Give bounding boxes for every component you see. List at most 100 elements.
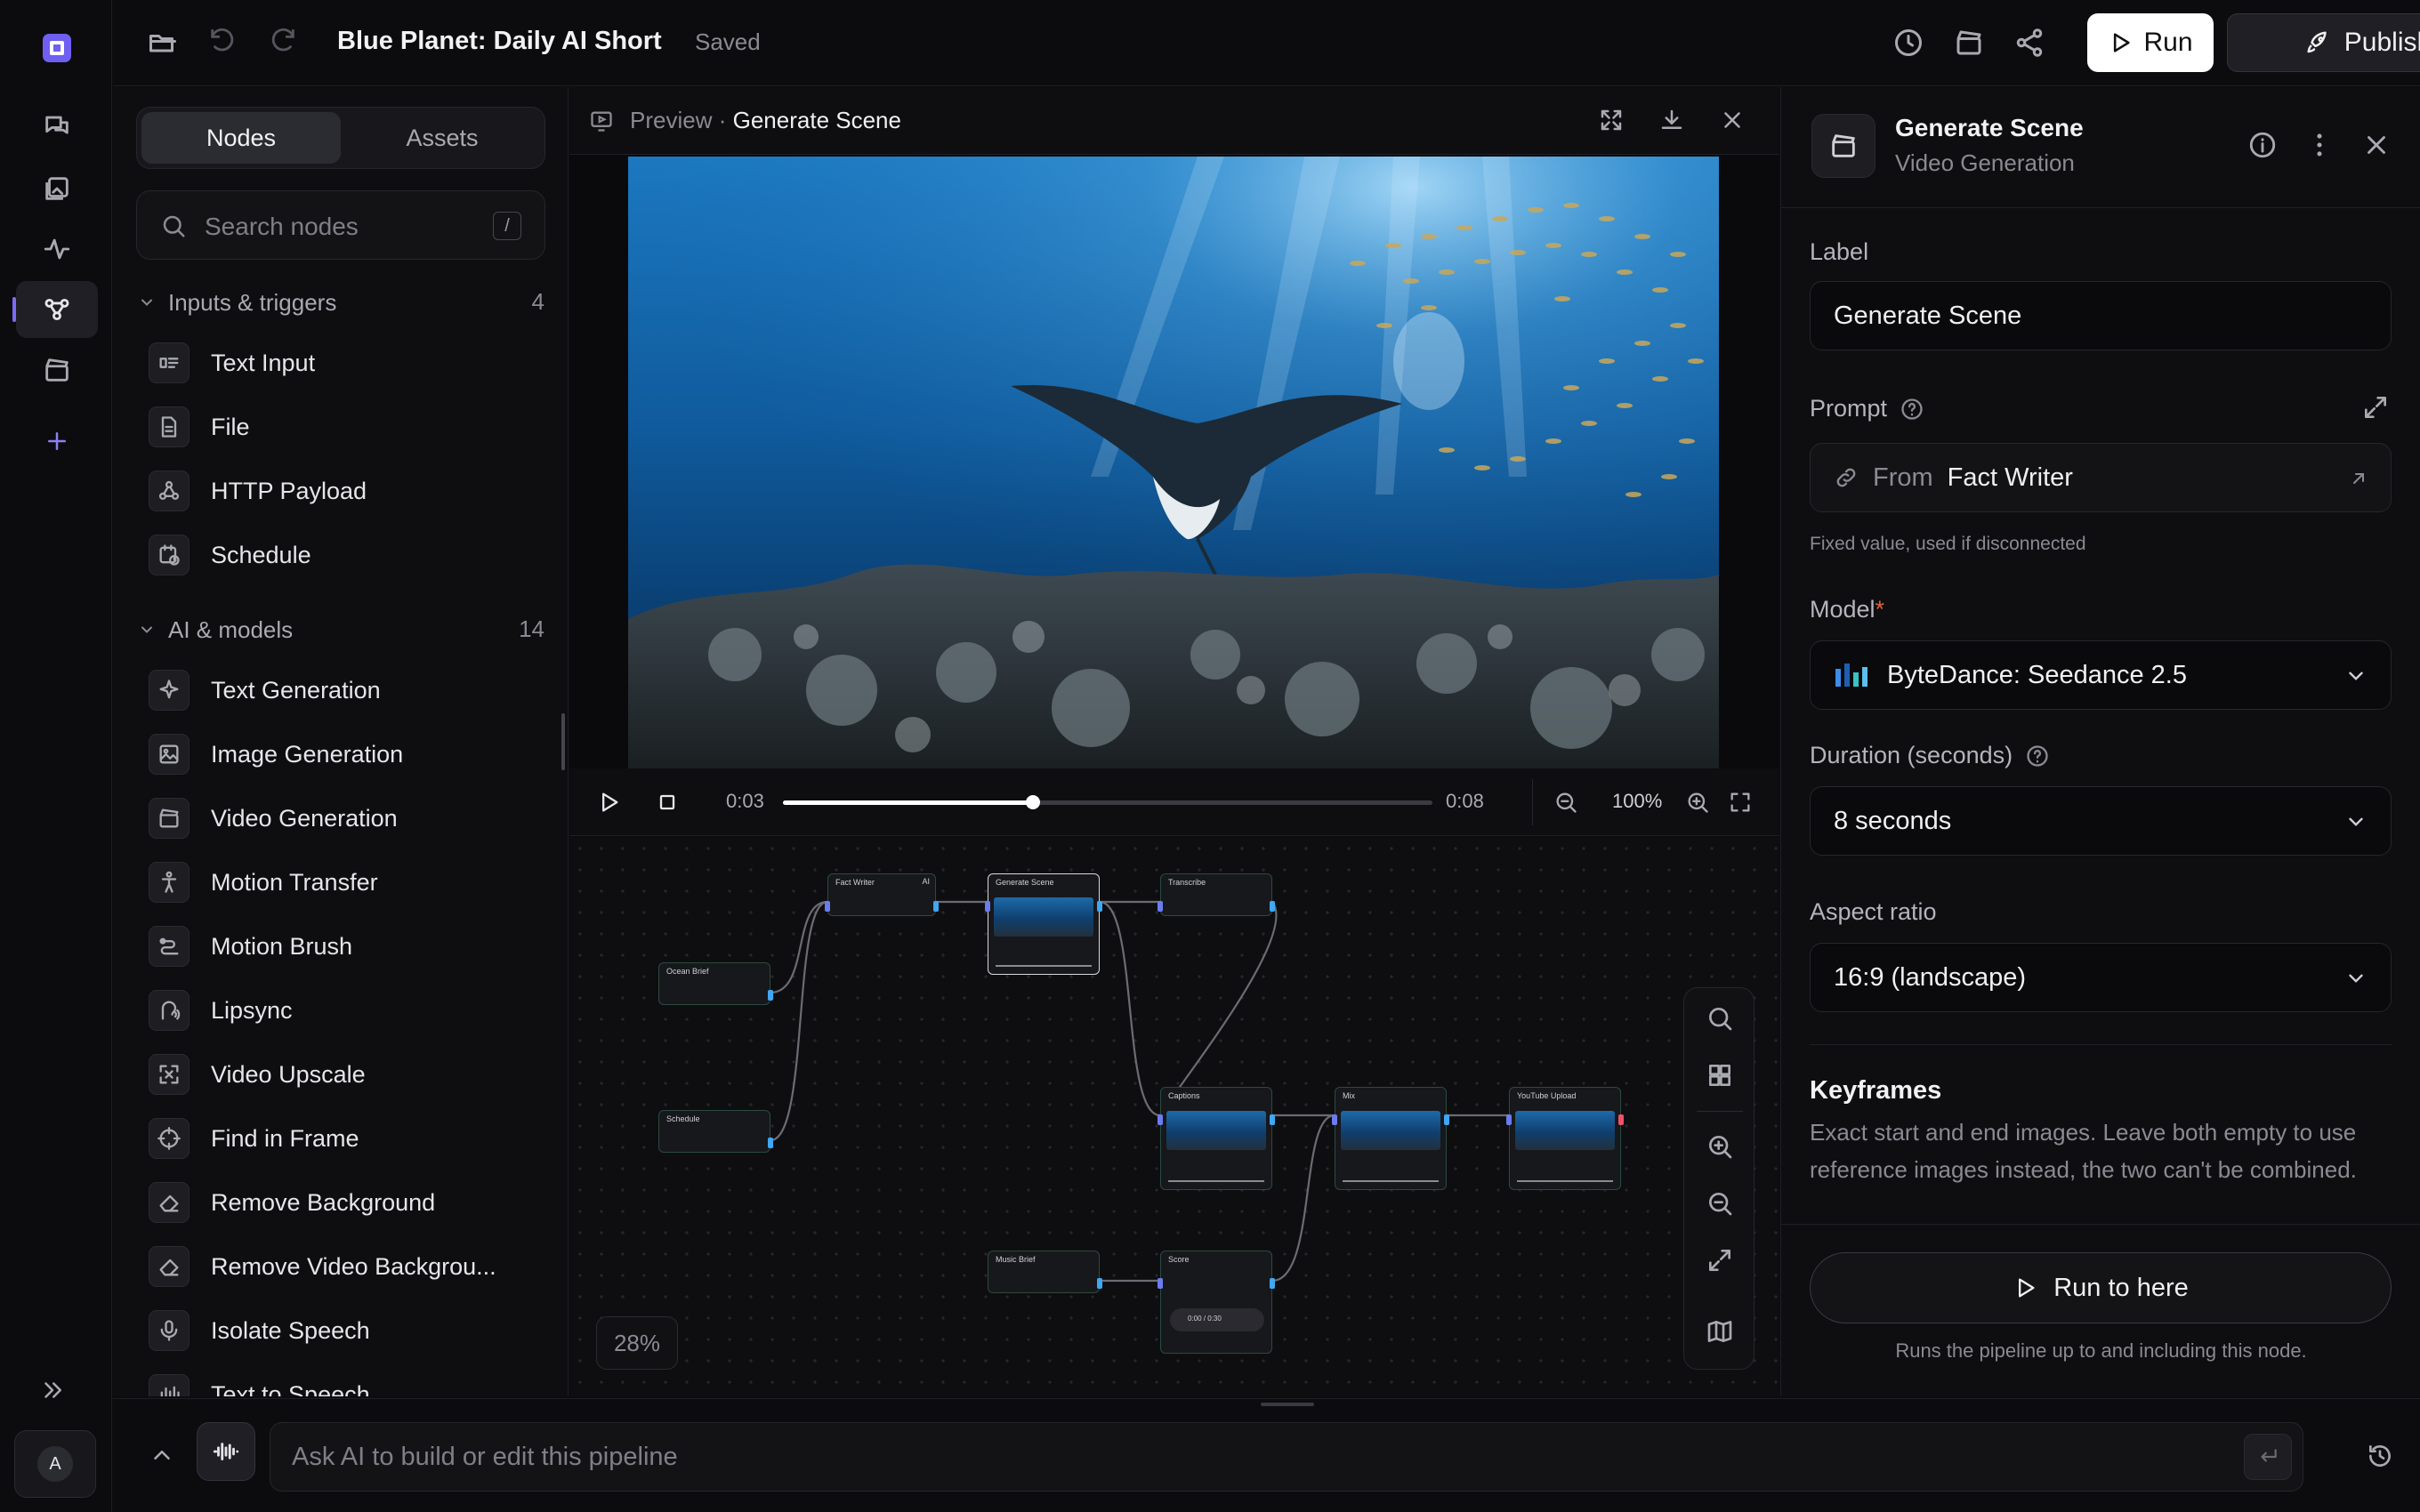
voice-input-button[interactable] bbox=[197, 1422, 255, 1481]
aspect-ratio-select[interactable]: 16:9 (landscape) bbox=[1810, 943, 2392, 1012]
node-item-text-to-speech[interactable]: Text to Speech bbox=[136, 1367, 545, 1396]
node-item-motion-brush[interactable]: Motion Brush bbox=[136, 919, 545, 974]
share-button[interactable] bbox=[2013, 27, 2045, 59]
output-port[interactable] bbox=[1270, 1114, 1275, 1125]
input-port[interactable] bbox=[1158, 1278, 1163, 1289]
canvas-grid-button[interactable] bbox=[1706, 1061, 1734, 1090]
preview-video[interactable] bbox=[628, 157, 1719, 768]
node-item-video-generation[interactable]: Video Generation bbox=[136, 791, 545, 846]
graph-node-youtube-upload[interactable]: YouTube Upload bbox=[1506, 1087, 1624, 1190]
node-item-lipsync[interactable]: Lipsync bbox=[136, 983, 545, 1038]
prompt-expand-button[interactable] bbox=[2361, 393, 2390, 422]
node-item-http-payload[interactable]: HTTP Payload bbox=[136, 463, 545, 519]
fullscreen-button[interactable] bbox=[1728, 790, 1753, 815]
output-port[interactable] bbox=[1270, 1278, 1275, 1289]
group-header-ai-models[interactable]: AI & models bbox=[138, 612, 293, 647]
rail-media[interactable] bbox=[16, 342, 98, 398]
model-select[interactable]: ByteDance: Seedance 2.5 bbox=[1810, 640, 2392, 710]
input-port[interactable] bbox=[1158, 901, 1163, 912]
zoom-out-button[interactable] bbox=[1553, 790, 1578, 815]
output-port[interactable] bbox=[768, 1138, 773, 1148]
node-item-video-upscale[interactable]: Video Upscale bbox=[136, 1047, 545, 1102]
output-port[interactable] bbox=[1097, 1278, 1102, 1289]
input-port[interactable] bbox=[1158, 1114, 1163, 1125]
expand-sidebar-button[interactable] bbox=[39, 1377, 66, 1403]
output-port[interactable] bbox=[768, 990, 773, 1001]
chat-resize-handle[interactable] bbox=[1261, 1403, 1314, 1406]
run-button[interactable]: Run bbox=[2087, 13, 2214, 72]
canvas-fit-button[interactable] bbox=[1706, 1246, 1734, 1275]
node-item-isolate-speech[interactable]: Isolate Speech bbox=[136, 1303, 545, 1358]
arrow-up-right-icon[interactable] bbox=[2348, 468, 2369, 489]
node-item-find-in-frame[interactable]: Find in Frame bbox=[136, 1111, 545, 1166]
history-button[interactable] bbox=[1892, 27, 1924, 59]
output-port[interactable] bbox=[1444, 1114, 1449, 1125]
node-item-motion-transfer[interactable]: Motion Transfer bbox=[136, 855, 545, 910]
output-port[interactable] bbox=[1270, 901, 1275, 912]
rail-chats[interactable] bbox=[16, 98, 98, 155]
media-library-button[interactable] bbox=[1953, 27, 1985, 59]
canvas-zoom-out-button[interactable] bbox=[1706, 1189, 1734, 1218]
chat-input[interactable]: Ask AI to build or edit this pipeline bbox=[270, 1422, 2303, 1492]
run-to-here-button[interactable]: Run to here bbox=[1810, 1252, 2392, 1323]
tab-assets[interactable]: Assets bbox=[343, 112, 542, 164]
graph-node-captions[interactable]: Captions bbox=[1158, 1087, 1275, 1190]
graph-node-fact-writer[interactable]: Fact Writer AI bbox=[825, 873, 939, 916]
rail-gallery[interactable] bbox=[16, 160, 98, 217]
help-icon[interactable] bbox=[1900, 397, 1924, 422]
play-button[interactable] bbox=[596, 790, 621, 815]
canvas-zoom-in-button[interactable] bbox=[1706, 1132, 1734, 1161]
rail-add[interactable] bbox=[16, 413, 98, 470]
input-port[interactable] bbox=[1332, 1114, 1337, 1125]
stop-button[interactable] bbox=[655, 790, 680, 815]
tab-nodes[interactable]: Nodes bbox=[141, 112, 341, 164]
node-item-file[interactable]: File bbox=[136, 399, 545, 454]
canvas-search-button[interactable] bbox=[1706, 1004, 1734, 1033]
preview-download-button[interactable] bbox=[1658, 107, 1685, 133]
audio-player[interactable]: 0:00 / 0:30 bbox=[1170, 1308, 1264, 1331]
panel-scrollbar[interactable] bbox=[561, 713, 565, 770]
canvas-zoom-level[interactable]: 28% bbox=[596, 1316, 678, 1370]
search-nodes-input[interactable]: Search nodes / bbox=[136, 190, 545, 260]
redo-button[interactable] bbox=[268, 27, 298, 57]
publish-button[interactable]: Publish bbox=[2227, 13, 2420, 72]
input-port[interactable] bbox=[1506, 1114, 1512, 1125]
rail-activity[interactable] bbox=[16, 221, 98, 277]
graph-node-score[interactable]: Score 0:00 / 0:30 bbox=[1158, 1251, 1275, 1354]
group-header-inputs[interactable]: Inputs & triggers bbox=[138, 285, 336, 320]
user-avatar-button[interactable]: A bbox=[14, 1430, 96, 1498]
output-port[interactable] bbox=[933, 901, 939, 912]
pipeline-title[interactable]: Blue Planet: Daily AI Short bbox=[337, 27, 662, 56]
node-item-image-generation[interactable]: Image Generation bbox=[136, 727, 545, 782]
output-port[interactable] bbox=[1097, 901, 1102, 912]
rail-pipelines[interactable] bbox=[12, 281, 98, 338]
graph-node-mix[interactable]: Mix bbox=[1332, 1087, 1449, 1190]
node-item-remove-background[interactable]: Remove Background bbox=[136, 1175, 545, 1230]
pipeline-canvas[interactable]: Ocean Brief Schedule Fact Writer AI Gene… bbox=[569, 838, 1779, 1396]
output-port[interactable] bbox=[1618, 1114, 1624, 1125]
node-item-schedule[interactable]: Schedule bbox=[136, 527, 545, 583]
help-icon[interactable] bbox=[2025, 744, 2050, 768]
input-port[interactable] bbox=[985, 901, 990, 912]
node-item-text-input[interactable]: Text Input bbox=[136, 335, 545, 390]
send-button[interactable] bbox=[2244, 1434, 2292, 1480]
zoom-in-button[interactable] bbox=[1685, 790, 1710, 815]
canvas-minimap-button[interactable] bbox=[1706, 1317, 1734, 1346]
duration-select[interactable]: 8 seconds bbox=[1810, 786, 2392, 856]
node-item-text-generation[interactable]: Text Generation bbox=[136, 663, 545, 718]
node-item-remove-video-background[interactable]: Remove Video Backgrou... bbox=[136, 1239, 545, 1294]
progress-track[interactable] bbox=[783, 795, 1432, 809]
app-logo[interactable] bbox=[16, 20, 98, 76]
open-project-button[interactable] bbox=[147, 27, 179, 59]
preview-maximize-button[interactable] bbox=[1598, 107, 1625, 133]
graph-node-generate-scene[interactable]: Generate Scene bbox=[985, 873, 1102, 975]
graph-node-ocean-brief[interactable]: Ocean Brief bbox=[658, 962, 773, 1005]
node-more-button[interactable] bbox=[2304, 130, 2335, 160]
node-info-button[interactable] bbox=[2247, 130, 2278, 160]
input-port[interactable] bbox=[825, 901, 830, 912]
preview-close-button[interactable] bbox=[1719, 107, 1746, 133]
label-input[interactable]: Generate Scene bbox=[1810, 281, 2392, 350]
undo-button[interactable] bbox=[207, 27, 238, 57]
inspector-close-button[interactable] bbox=[2361, 130, 2392, 160]
chat-history-button[interactable] bbox=[2366, 1442, 2394, 1470]
